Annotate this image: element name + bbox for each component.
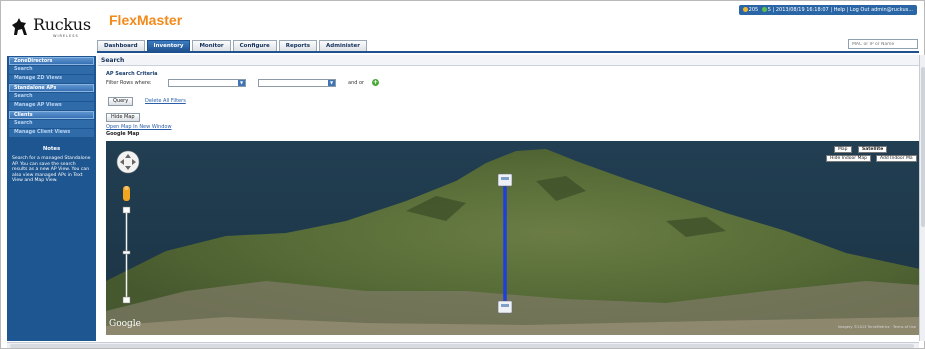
alarm-critical-icon[interactable]: [742, 7, 748, 12]
chevron-down-icon: ▼: [238, 80, 245, 86]
main-content: Search AP Search Criteria Filter Rows wh…: [98, 55, 920, 342]
pan-control[interactable]: [116, 150, 140, 174]
ap-marker-icon[interactable]: [497, 300, 513, 314]
help-link[interactable]: Help: [834, 7, 845, 13]
current-datetime: 2013/08/19 16:18:07: [775, 7, 829, 13]
sidebar: ZoneDirectors Search Manage ZD Views Sta…: [7, 56, 96, 341]
user-status-bar: 205 5 | 2013/08/19 16:18:07 | Help | Log…: [738, 5, 917, 15]
sidebar-header-standalone-aps: Standalone APs: [9, 84, 94, 92]
sidebar-header-zonedirectors: ZoneDirectors: [9, 57, 94, 65]
map-label: Google Map: [106, 131, 140, 137]
username: admin@ruckus...: [871, 7, 913, 13]
add-indoor-map-button[interactable]: Add Indoor Ma: [876, 155, 917, 162]
alarm-count-minor[interactable]: 5: [768, 7, 771, 13]
logout-link[interactable]: Log Out: [850, 7, 870, 13]
sidebar-item-manage-ap-views[interactable]: Manage AP Views: [9, 102, 94, 110]
tab-underline: [97, 51, 919, 53]
google-logo: Google: [109, 319, 141, 329]
filter-field-select[interactable]: ▼: [168, 79, 246, 87]
chevron-down-icon: ▼: [328, 80, 335, 86]
filter-value-select[interactable]: ▼: [258, 79, 336, 87]
ap-marker-icon[interactable]: [497, 173, 513, 187]
search-input[interactable]: [848, 39, 918, 49]
map-type-map-button[interactable]: Map: [834, 146, 852, 153]
satellite-imagery: [106, 141, 920, 335]
alarm-count-critical[interactable]: 205: [749, 7, 759, 13]
query-button[interactable]: Query: [108, 97, 134, 106]
app-window: Ruckus WIRELESS FlexMaster 205 5 | 2013/…: [0, 0, 925, 349]
add-filter-icon[interactable]: +: [372, 79, 379, 86]
hide-map-button[interactable]: Hide Map: [106, 113, 140, 122]
map-type-satellite-button[interactable]: Satellite: [858, 146, 888, 153]
logo-text: Ruckus: [33, 15, 91, 34]
logo-subtext: WIRELESS: [53, 34, 79, 38]
sidebar-header-clients: Clients: [9, 111, 94, 119]
alarm-minor-icon[interactable]: [761, 7, 767, 12]
sidebar-item-manage-zd-views[interactable]: Manage ZD Views: [9, 75, 94, 83]
sidebar-item-client-search[interactable]: Search: [9, 120, 94, 128]
map-copyright[interactable]: Imagery ©2013 TerraMetrics · Terms of Us…: [838, 325, 916, 329]
sidebar-item-ap-search[interactable]: Search: [9, 93, 94, 101]
and-or-toggle[interactable]: and or: [348, 80, 364, 86]
search-criteria-title: AP Search Criteria: [106, 71, 158, 77]
google-map[interactable]: Map Satellite Hide Indoor Map Add Indoor…: [106, 141, 920, 335]
delete-all-filters-link[interactable]: Delete All Filters: [145, 98, 186, 104]
product-title: FlexMaster: [109, 12, 183, 28]
filter-label: Filter Rows where:: [106, 80, 152, 86]
sidebar-item-zd-search[interactable]: Search: [9, 66, 94, 74]
horizontal-scrollbar[interactable]: [7, 342, 919, 348]
hide-indoor-map-button[interactable]: Hide Indoor Map: [826, 155, 872, 162]
street-view-pegman-icon[interactable]: [123, 186, 130, 201]
open-map-new-window-link[interactable]: Open Map In New Window: [106, 124, 172, 130]
sidebar-item-manage-client-views[interactable]: Manage Client Views: [9, 129, 94, 137]
notes-text: Search for a managed Standalone AP. You …: [12, 156, 91, 184]
page-title: Search: [98, 55, 920, 66]
ruckus-logo: Ruckus WIRELESS: [11, 13, 91, 39]
ruckus-dog-icon: [12, 18, 27, 35]
vertical-scrollbar[interactable]: [919, 55, 925, 341]
